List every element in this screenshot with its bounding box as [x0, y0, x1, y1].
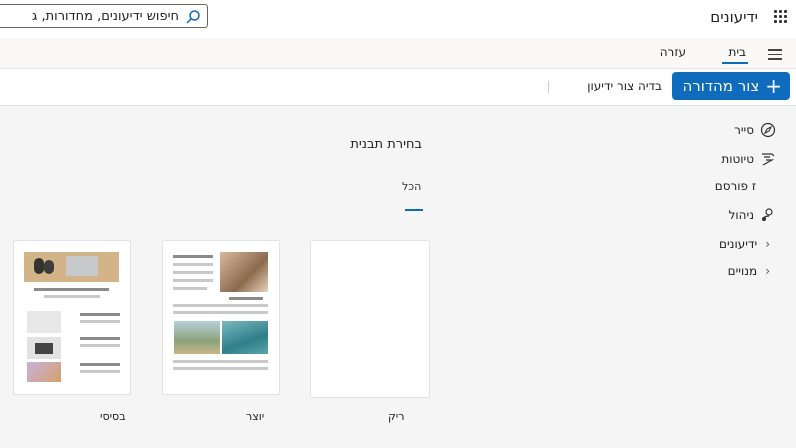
- nav-item-label: ז פורסם: [714, 179, 756, 193]
- template-label-creator: יוצר: [246, 410, 265, 423]
- nav-item-subscribers[interactable]: מנויים ›: [728, 264, 770, 278]
- nav-item-label: טיוטות: [721, 152, 754, 166]
- landscape-photo: [174, 321, 220, 354]
- nav-item-label: מנויים: [727, 264, 758, 278]
- nav-item-label: סייר: [734, 123, 754, 137]
- new-edition-label: צור מהדורה: [682, 77, 760, 95]
- gadget-thumb: [27, 362, 61, 382]
- new-edition-button[interactable]: צור מהדורה +: [672, 72, 790, 100]
- app-title: ידיעונים: [710, 8, 758, 26]
- header-photo: [24, 252, 119, 282]
- check-newsletter-button[interactable]: בדיה צור ידיעון: [587, 79, 662, 93]
- creator-photo: [220, 252, 268, 292]
- plus-icon: +: [765, 74, 782, 98]
- draft-pen-icon: [762, 153, 775, 166]
- template-card-creator[interactable]: [162, 240, 280, 395]
- nav-item-manage[interactable]: ניהול: [729, 207, 776, 223]
- nav-item-drafts[interactable]: טיוטות: [721, 151, 776, 167]
- filter-indicator: [405, 209, 423, 211]
- page-title: בחירת תבנית: [350, 137, 422, 152]
- nav-item-published[interactable]: ז פורסם: [715, 179, 756, 193]
- app-launcher-icon[interactable]: [774, 10, 788, 24]
- nav-item-label: ניהול: [728, 208, 754, 222]
- tab-home[interactable]: בית: [728, 45, 746, 59]
- tab-home-indicator: [722, 62, 748, 64]
- laptop-thumb: [27, 337, 61, 359]
- tab-help[interactable]: עזרה: [660, 45, 686, 59]
- search-input[interactable]: חיפוש ידיעונים, מחדורות, ג: [0, 4, 208, 28]
- toolbar-divider: [548, 81, 549, 93]
- product-thumb: [27, 311, 61, 333]
- compass-icon: [760, 122, 776, 138]
- template-label-basic: בסיסי: [100, 410, 126, 423]
- nav-item-label: ידיעונים: [719, 237, 758, 251]
- chevron-right-icon: ›: [765, 237, 770, 251]
- chevron-right-icon: ›: [765, 264, 770, 278]
- template-label-blank: ריק: [388, 410, 405, 423]
- nav-item-newsletters[interactable]: ידיעונים ›: [719, 237, 770, 251]
- template-card-basic[interactable]: [13, 240, 131, 395]
- search-icon: [186, 10, 200, 24]
- menu-icon[interactable]: [768, 46, 784, 60]
- nav-item-explore[interactable]: סייר: [734, 122, 776, 138]
- filter-all[interactable]: הכל: [402, 180, 421, 193]
- search-placeholder: חיפוש ידיעונים, מחדורות, ג: [31, 9, 179, 24]
- template-card-blank[interactable]: [310, 240, 430, 398]
- person-gear-icon: [762, 208, 773, 222]
- ocean-photo: [222, 321, 268, 354]
